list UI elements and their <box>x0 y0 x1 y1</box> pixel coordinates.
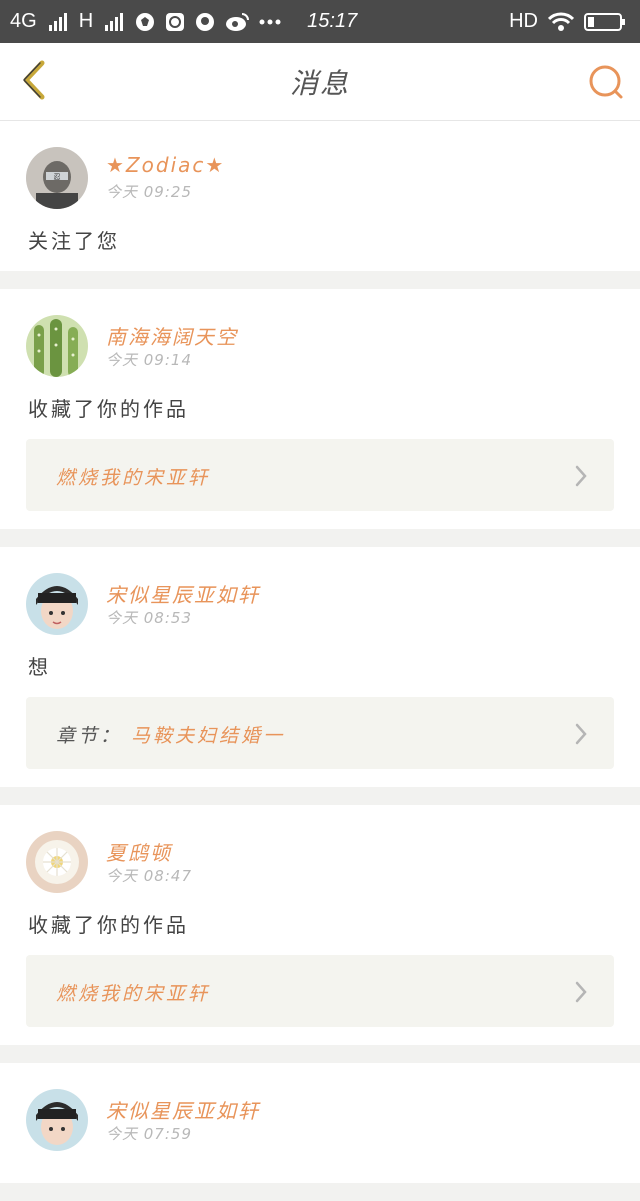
notification-app-icon <box>135 12 155 32</box>
chat-app-icon <box>195 12 215 32</box>
work-title: 燃烧我的宋亚轩 <box>56 467 211 489</box>
chapter-title: 马鞍夫妇结婚一 <box>131 725 286 747</box>
svg-text:忍: 忍 <box>54 173 61 181</box>
avatar[interactable] <box>26 1089 88 1151</box>
user-name[interactable]: ★Zodiac★ <box>106 153 225 177</box>
user-name[interactable]: 宋似星辰亚如轩 <box>106 579 260 608</box>
user-name[interactable]: 宋似星辰亚如轩 <box>106 1095 260 1124</box>
work-link-text: 燃烧我的宋亚轩 <box>56 463 210 490</box>
chevron-right-icon <box>575 723 587 745</box>
browser-icon <box>165 12 185 32</box>
avatar[interactable]: 忍 <box>26 147 88 209</box>
avatar[interactable] <box>26 831 88 893</box>
avatar-cactus-image <box>26 315 88 377</box>
avatar[interactable] <box>26 573 88 635</box>
work-link[interactable]: 燃烧我的宋亚轩 <box>26 955 614 1027</box>
message-time: 今天 08:53 <box>106 609 192 627</box>
avatar[interactable] <box>26 315 88 377</box>
user-name[interactable]: 南海海阔天空 <box>106 321 238 350</box>
wifi-icon <box>548 12 574 32</box>
battery-icon <box>584 12 626 32</box>
message-action: 收藏了你的作品 <box>28 397 189 421</box>
chevron-right-icon <box>575 465 587 487</box>
chapter-link-text: 章节： 马鞍夫妇结婚一 <box>56 721 285 748</box>
work-link-text: 燃烧我的宋亚轩 <box>56 979 210 1006</box>
message-action: 关注了您 <box>28 229 120 253</box>
message-card: 夏鸱顿 今天 08:47 收藏了你的作品 燃烧我的宋亚轩 <box>0 805 640 1045</box>
avatar-boy-image <box>26 573 88 635</box>
message-card: 宋似星辰亚如轩 今天 08:53 想 章节： 马鞍夫妇结婚一 <box>0 547 640 787</box>
work-link[interactable]: 燃烧我的宋亚轩 <box>26 439 614 511</box>
message-action: 收藏了你的作品 <box>28 913 189 937</box>
status-left: 4G H 15:17 <box>10 10 357 33</box>
status-right: HD <box>509 10 626 33</box>
chevron-right-icon <box>575 981 587 1003</box>
search-icon <box>589 65 623 99</box>
avatar-flower-image <box>26 831 88 893</box>
weibo-icon <box>225 12 250 32</box>
page-title: 消息 <box>289 67 350 100</box>
message-time: 今天 07:59 <box>106 1125 192 1143</box>
message-list: 忍 ★Zodiac★ 今天 09:25 关注了您 南海海阔天空 今天 09:14… <box>0 121 640 1201</box>
network-4g-label: 4G <box>10 10 37 32</box>
avatar-boy-image <box>26 1089 88 1151</box>
status-time: 15:17 <box>307 10 358 32</box>
avatar-ninja-image: 忍 <box>26 147 88 209</box>
message-time: 今天 08:47 <box>106 867 192 885</box>
user-name[interactable]: 夏鸱顿 <box>106 837 172 866</box>
message-action: 想 <box>28 655 51 679</box>
message-card: 忍 ★Zodiac★ 今天 09:25 关注了您 <box>0 121 640 271</box>
more-dots-icon <box>259 19 281 25</box>
status-bar: 4G H 15:17 HD <box>0 0 640 43</box>
message-time: 今天 09:14 <box>106 351 192 369</box>
nav-bar: 消息 <box>0 43 640 121</box>
message-time: 今天 09:25 <box>106 183 192 201</box>
chapter-link[interactable]: 章节： 马鞍夫妇结婚一 <box>26 697 614 769</box>
message-card: 南海海阔天空 今天 09:14 收藏了你的作品 燃烧我的宋亚轩 <box>0 289 640 529</box>
work-title: 燃烧我的宋亚轩 <box>56 983 211 1005</box>
signal-icon-2 <box>103 12 125 31</box>
signal-icon <box>47 12 69 31</box>
hd-label: HD <box>509 10 538 32</box>
search-button[interactable] <box>584 60 628 104</box>
message-card: 宋似星辰亚如轩 今天 07:59 <box>0 1063 640 1183</box>
chapter-prefix: 章节： <box>56 725 123 747</box>
network-h-label: H <box>78 10 94 32</box>
